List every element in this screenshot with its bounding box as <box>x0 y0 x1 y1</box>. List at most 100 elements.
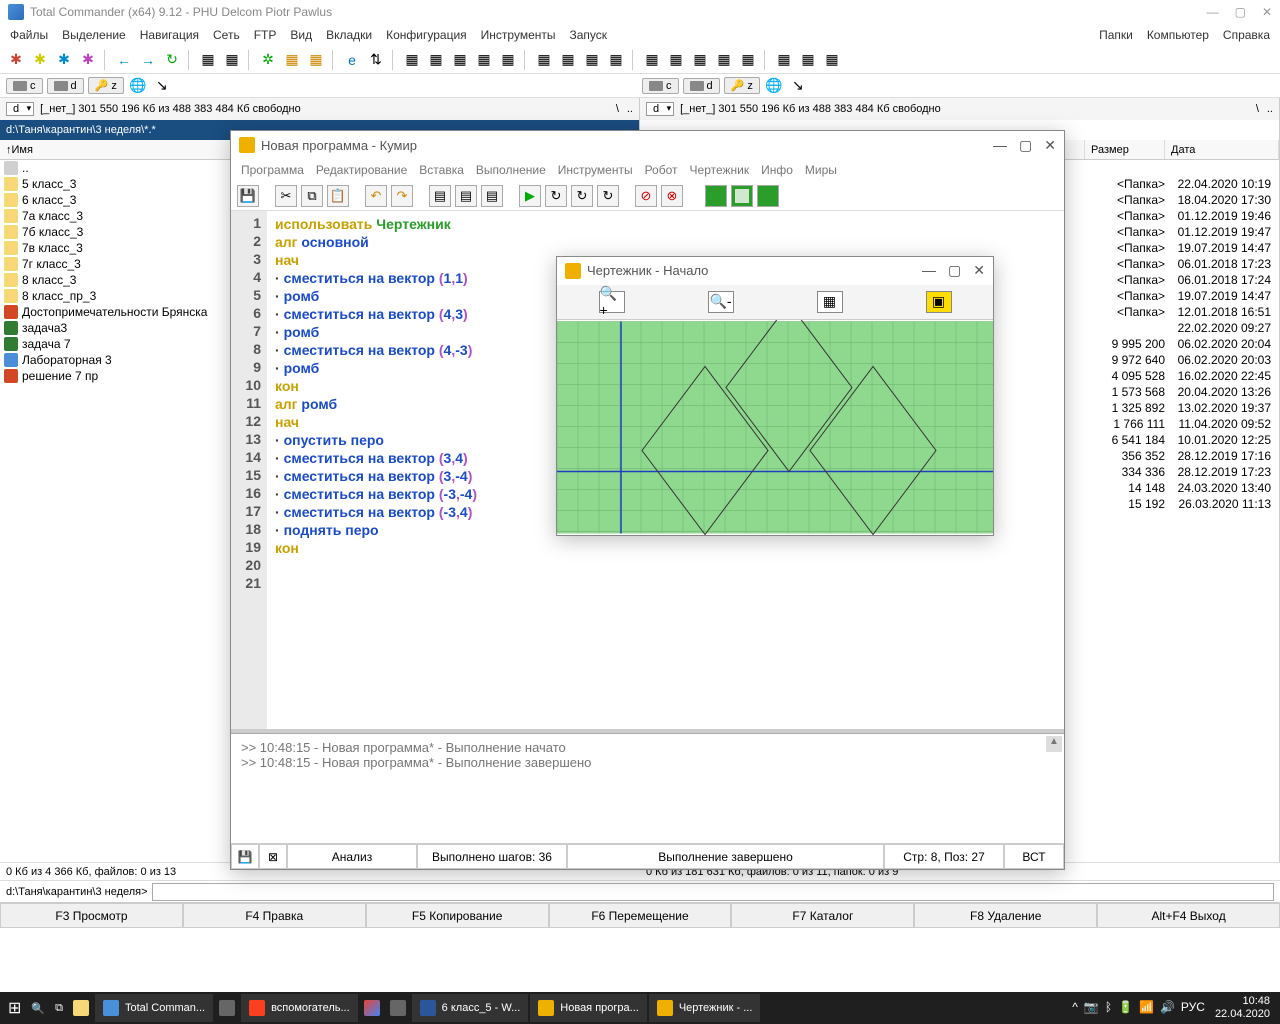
drive-select-left[interactable]: d <box>6 102 34 116</box>
save2-icon[interactable]: 💾 <box>231 844 259 869</box>
drawer-close-icon[interactable]: ✕ <box>973 262 985 279</box>
fkey-button[interactable]: F4 Правка <box>183 903 366 928</box>
menu-item[interactable]: Папки <box>1099 28 1133 42</box>
menu-item[interactable]: Миры <box>805 163 837 177</box>
menu-item[interactable]: Инструменты <box>558 163 633 177</box>
taskbar-icon2[interactable] <box>386 994 410 1022</box>
tb19[interactable]: ▦ <box>738 50 758 70</box>
step2-icon[interactable]: ↻ <box>571 185 593 207</box>
max-icon[interactable]: ▢ <box>1235 5 1246 19</box>
lang-indicator[interactable]: РУС <box>1181 1001 1205 1014</box>
scroll-up-icon[interactable]: ▲ <box>1046 736 1062 752</box>
tb12[interactable]: ▦ <box>558 50 578 70</box>
tb21[interactable]: ▦ <box>798 50 818 70</box>
tb15[interactable]: ▦ <box>642 50 662 70</box>
cut-icon[interactable]: ✂ <box>275 185 297 207</box>
kumir-max-icon[interactable]: ▢ <box>1019 137 1032 154</box>
tb1[interactable]: ▦ <box>198 50 218 70</box>
close-icon[interactable]: ✕ <box>1262 5 1272 19</box>
cmd-input[interactable] <box>152 883 1274 901</box>
ftp-icon[interactable]: ⇅ <box>366 50 386 70</box>
tb2[interactable]: ▦ <box>222 50 242 70</box>
tb7[interactable]: ▦ <box>426 50 446 70</box>
fit-icon[interactable]: ▣ <box>926 291 952 313</box>
up-btn[interactable]: .. <box>627 103 633 115</box>
back-slash-icon[interactable]: ↘ <box>152 76 172 96</box>
view2-icon[interactable] <box>731 185 753 207</box>
tb14[interactable]: ▦ <box>606 50 626 70</box>
menu-item[interactable]: Файлы <box>10 28 48 42</box>
menu-item[interactable]: Выделение <box>62 28 126 42</box>
menu-item[interactable]: Сеть <box>213 28 240 42</box>
drive-select-right[interactable]: d <box>646 102 674 116</box>
step-icon[interactable]: ↻ <box>545 185 567 207</box>
search-icon[interactable]: 🔍 <box>27 994 49 1022</box>
tray-icon[interactable]: 📷 <box>1084 1001 1099 1014</box>
menu-item[interactable]: Вставка <box>419 163 464 177</box>
star3-icon[interactable]: ✱ <box>78 50 98 70</box>
drive-d-left[interactable]: d <box>47 78 84 94</box>
zoom-out-icon[interactable]: 🔍- <box>708 291 734 313</box>
doc-icon[interactable]: ▤ <box>429 185 451 207</box>
battery-icon[interactable]: 🔋 <box>1118 1001 1133 1014</box>
stop2-icon[interactable]: ⊗ <box>661 185 683 207</box>
run-icon[interactable]: ▶ <box>519 185 541 207</box>
drawer-max-icon[interactable]: ▢ <box>948 262 961 279</box>
menu-item[interactable]: Конфигурация <box>386 28 467 42</box>
tb11[interactable]: ▦ <box>534 50 554 70</box>
fkey-button[interactable]: F5 Копирование <box>366 903 549 928</box>
menu-item[interactable]: Вкладки <box>326 28 372 42</box>
menu-item[interactable]: Вид <box>290 28 312 42</box>
x-icon[interactable]: ⊠ <box>259 844 287 869</box>
min-icon[interactable]: — <box>1207 5 1219 19</box>
kumir-min-icon[interactable]: — <box>993 137 1007 154</box>
col-date[interactable]: Дата <box>1171 144 1195 156</box>
fkey-button[interactable]: F8 Удаление <box>914 903 1097 928</box>
menu-item[interactable]: Инструменты <box>481 28 556 42</box>
taskbar-drawer[interactable]: Чертежник - ... <box>649 994 761 1022</box>
globe-icon-r[interactable]: 🌐 <box>764 76 784 96</box>
tray-icon[interactable]: ^ <box>1072 1001 1078 1014</box>
col-name[interactable]: ↑Имя <box>6 144 33 156</box>
explorer-icon[interactable] <box>69 994 93 1022</box>
star-icon[interactable]: ✱ <box>30 50 50 70</box>
tb5[interactable]: ▦ <box>306 50 326 70</box>
copy-icon[interactable]: ⧉ <box>301 185 323 207</box>
menu-item[interactable]: Навигация <box>140 28 199 42</box>
menu-item[interactable]: FTP <box>254 28 277 42</box>
refresh-icon[interactable]: ✱ <box>6 50 26 70</box>
grid-icon[interactable]: ▦ <box>817 291 843 313</box>
menu-item[interactable]: Редактирование <box>316 163 407 177</box>
bluetooth-icon[interactable]: ᛒ <box>1105 1001 1112 1014</box>
taskview-icon[interactable]: ⧉ <box>51 994 67 1022</box>
menu-item[interactable]: Чертежник <box>690 163 750 177</box>
col-size[interactable]: Размер <box>1091 144 1129 156</box>
fwd-icon[interactable]: → <box>138 50 158 70</box>
view3-icon[interactable] <box>757 185 779 207</box>
fkey-button[interactable]: F6 Перемещение <box>549 903 732 928</box>
tb9[interactable]: ▦ <box>474 50 494 70</box>
save-icon[interactable]: 💾 <box>237 185 259 207</box>
drive-z-right[interactable]: 🔑z <box>724 77 760 94</box>
stop-icon[interactable]: ↻ <box>597 185 619 207</box>
taskbar-yandex[interactable]: вспомогатель... <box>241 994 358 1022</box>
drawer-min-icon[interactable]: — <box>922 262 936 279</box>
menu-item[interactable]: Инфо <box>761 163 793 177</box>
paste-icon[interactable]: 📋 <box>327 185 349 207</box>
tb16[interactable]: ▦ <box>666 50 686 70</box>
menu-item[interactable]: Робот <box>645 163 678 177</box>
ie-icon[interactable]: e <box>342 50 362 70</box>
drawer-canvas[interactable] <box>557 320 993 535</box>
tb8[interactable]: ▦ <box>450 50 470 70</box>
menu-item[interactable]: Справка <box>1223 28 1270 42</box>
sound-icon[interactable]: 🔊 <box>1160 1001 1175 1014</box>
tb6[interactable]: ▦ <box>402 50 422 70</box>
drive-c-right[interactable]: c <box>642 78 679 94</box>
drive-d-right[interactable]: d <box>683 78 720 94</box>
menu-item[interactable]: Выполнение <box>476 163 546 177</box>
fkey-button[interactable]: F7 Каталог <box>731 903 914 928</box>
up-btn-r[interactable]: .. <box>1267 103 1273 115</box>
tb18[interactable]: ▦ <box>714 50 734 70</box>
taskbar-kumir[interactable]: Новая програ... <box>530 994 647 1022</box>
tb3[interactable]: ✲ <box>258 50 278 70</box>
